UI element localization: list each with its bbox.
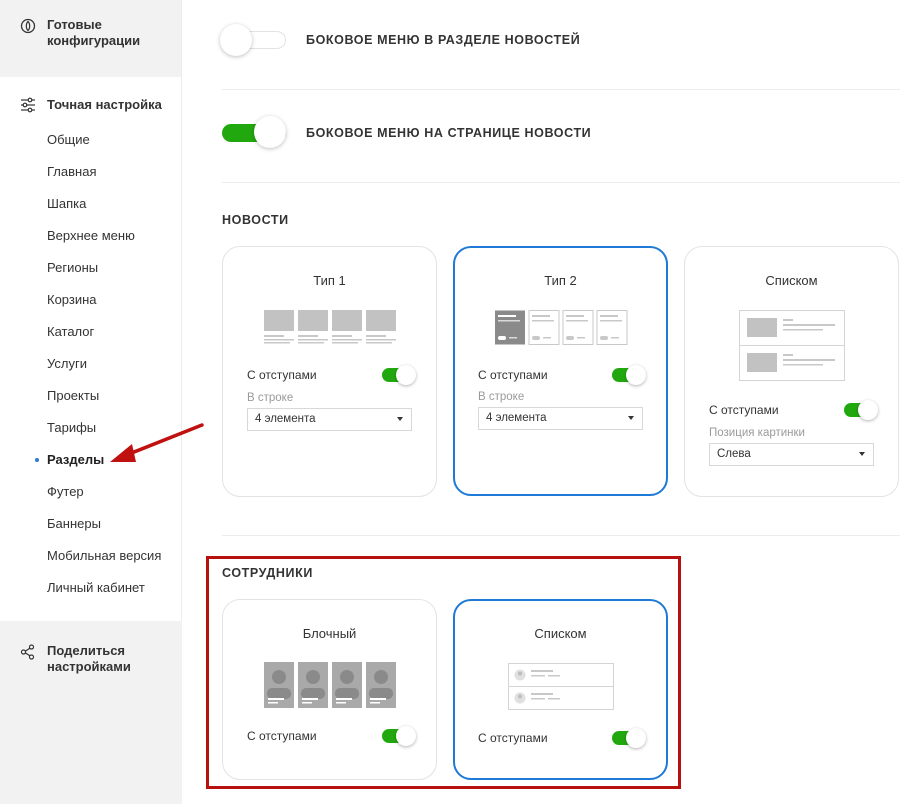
share-icon — [19, 643, 37, 661]
caret-down-icon — [628, 416, 634, 420]
per-row-label: В строке — [478, 391, 525, 403]
toggle-row-news-sidebar: БОКОВОЕ МЕНЮ В РАЗДЕЛЕ НОВОСТЕЙ — [220, 24, 900, 56]
sidebar-item-footer[interactable]: Футер — [0, 476, 182, 508]
news-section-title: НОВОСТИ — [222, 213, 289, 227]
sidebar-item-cart[interactable]: Корзина — [0, 284, 182, 316]
per-row-select-value: 4 элемента — [486, 412, 547, 424]
card-title: Тип 2 — [544, 273, 577, 288]
fine-tune-header[interactable]: Точная настройка — [0, 0, 162, 114]
divider — [222, 535, 900, 536]
padding-option-label: С отступами — [478, 368, 548, 382]
per-row-select[interactable]: 4 элемента — [247, 408, 412, 431]
image-position-label: Позиция картинки — [709, 427, 805, 439]
fine-tune-label: Точная настройка — [47, 97, 162, 112]
card-title: Списком — [765, 273, 818, 288]
sidebar-item-header[interactable]: Шапка — [0, 188, 182, 220]
sidebar-item-banners[interactable]: Баннеры — [0, 508, 182, 540]
padding-option-row: С отступами — [709, 400, 878, 420]
sidebar-menu: Общие Главная Шапка Верхнее меню Регионы… — [0, 124, 182, 604]
caret-down-icon — [397, 417, 403, 421]
news-page-sidebar-toggle[interactable] — [222, 116, 286, 148]
sidebar-item-projects[interactable]: Проекты — [0, 380, 182, 412]
type1-preview-icon — [264, 310, 396, 344]
news-card-type2[interactable]: Тип 2 С отступами В строке 4 элемента — [453, 246, 668, 496]
per-row-label: В строке — [247, 392, 294, 404]
toggle-row-news-page-sidebar: БОКОВОЕ МЕНЮ НА СТРАНИЦЕ НОВОСТИ — [222, 116, 900, 148]
news-page-sidebar-label: БОКОВОЕ МЕНЮ НА СТРАНИЦЕ НОВОСТИ — [306, 126, 592, 140]
sliders-icon — [19, 96, 37, 114]
sidebar-item-top-menu[interactable]: Верхнее меню — [0, 220, 182, 252]
sidebar-item-regions[interactable]: Регионы — [0, 252, 182, 284]
padding-option-row: С отступами — [247, 365, 416, 385]
sidebar: Готовые конфигурации Точная настройка Об… — [0, 0, 182, 804]
annotation-highlight-frame — [206, 556, 681, 789]
divider — [222, 182, 900, 183]
padding-option-row: С отступами — [478, 365, 646, 385]
divider — [222, 89, 900, 90]
sidebar-item-services[interactable]: Услуги — [0, 348, 182, 380]
card-title: Тип 1 — [313, 273, 346, 288]
padding-toggle[interactable] — [612, 365, 646, 385]
image-position-select[interactable]: Слева — [709, 443, 874, 466]
per-row-select-value: 4 элемента — [255, 413, 316, 425]
sidebar-item-account[interactable]: Личный кабинет — [0, 572, 182, 604]
sidebar-item-catalog[interactable]: Каталог — [0, 316, 182, 348]
per-row-select[interactable]: 4 элемента — [478, 407, 643, 430]
share-settings-label: Поделиться настройками — [47, 643, 131, 674]
padding-option-label: С отступами — [247, 368, 317, 382]
share-settings-section[interactable]: Поделиться настройками — [0, 621, 182, 804]
padding-toggle[interactable] — [844, 400, 878, 420]
news-sidebar-label: БОКОВОЕ МЕНЮ В РАЗДЕЛЕ НОВОСТЕЙ — [306, 33, 581, 47]
image-position-select-value: Слева — [717, 448, 751, 460]
padding-option-label: С отступами — [709, 403, 779, 417]
sidebar-item-main[interactable]: Главная — [0, 156, 182, 188]
caret-down-icon — [859, 452, 865, 456]
list-preview-icon — [739, 310, 845, 381]
news-sidebar-toggle[interactable] — [220, 24, 286, 56]
sidebar-item-mobile[interactable]: Мобильная версия — [0, 540, 182, 572]
news-card-list[interactable]: Списком С отступами Позиция картинки Сле… — [684, 246, 899, 497]
type2-preview-icon — [495, 310, 628, 345]
padding-toggle[interactable] — [382, 365, 416, 385]
news-card-type1[interactable]: Тип 1 С отступами В строке 4 элемента — [222, 246, 437, 497]
sidebar-item-general[interactable]: Общие — [0, 124, 182, 156]
